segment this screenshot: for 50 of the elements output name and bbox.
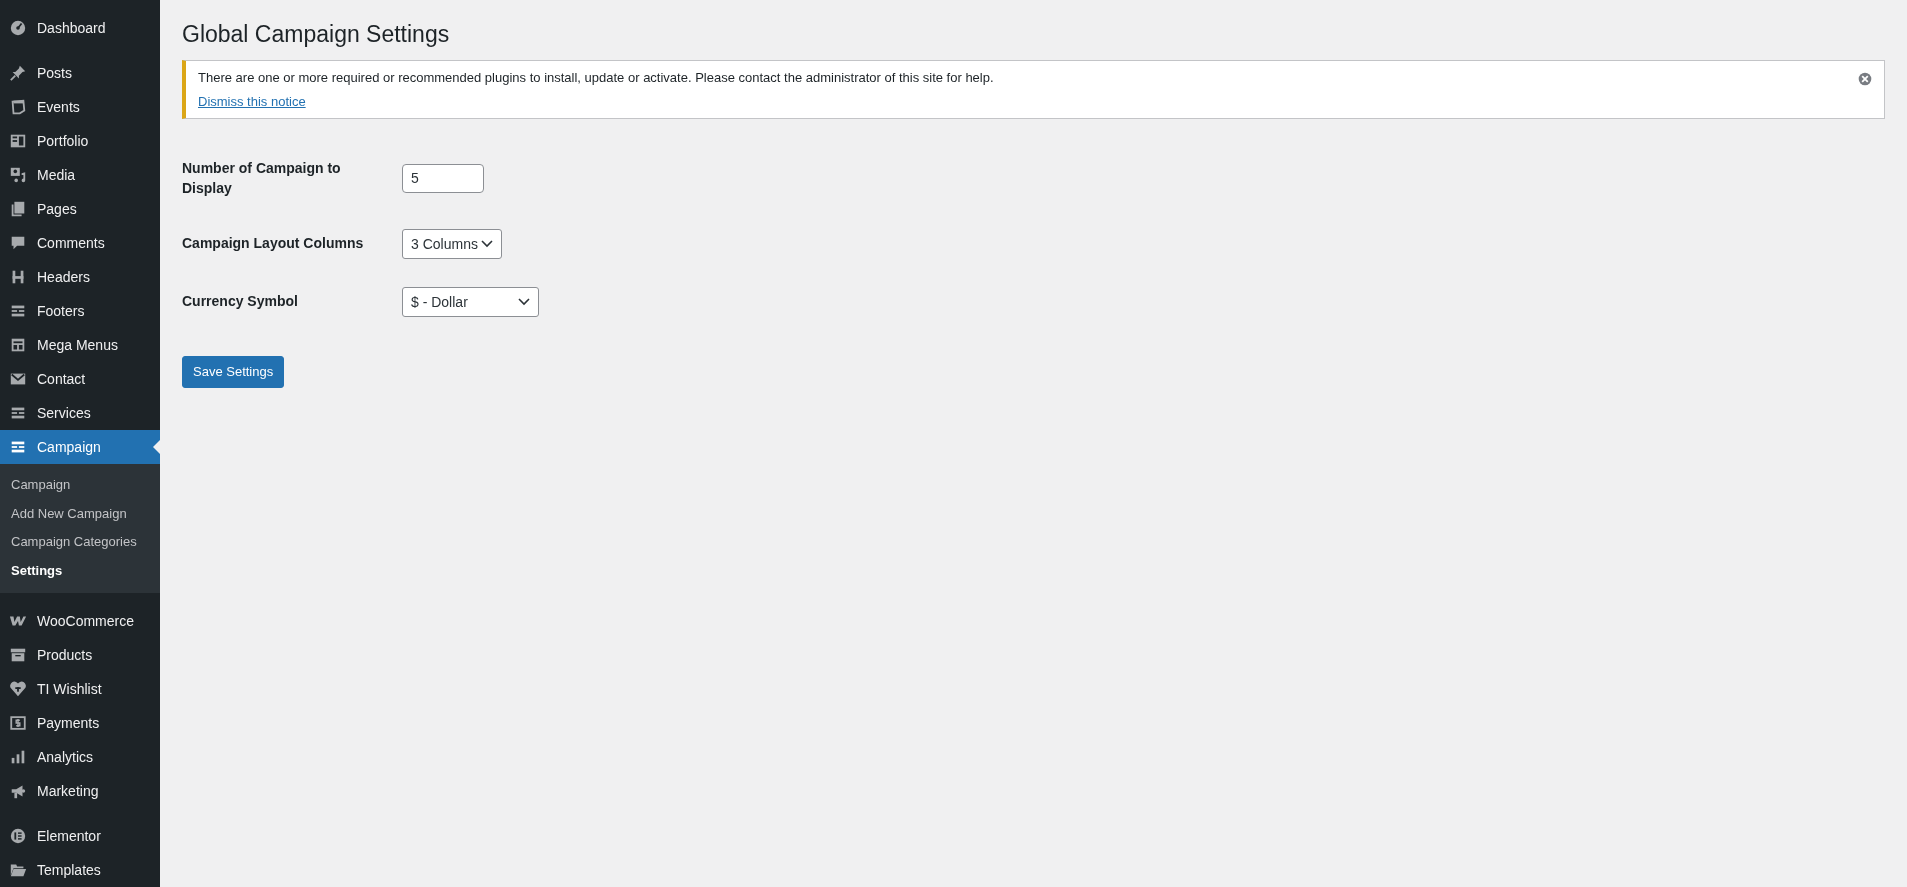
media-icon	[9, 166, 27, 184]
portfolio-icon	[9, 132, 27, 150]
menu-item[interactable]: Posts	[0, 56, 160, 90]
submenu-item[interactable]: Add New Campaign	[0, 499, 160, 528]
menu-item[interactable]: Analytics	[0, 740, 160, 774]
bar-chart-icon	[9, 748, 27, 766]
dropdown[interactable]: 3 Columns	[402, 228, 502, 259]
menu-item[interactable]: Products	[0, 638, 160, 672]
page-title: Global Campaign Settings	[182, 21, 451, 48]
menu-item[interactable]: TI Wishlist	[0, 672, 160, 706]
save-button[interactable]: Save Settings	[182, 355, 285, 388]
chevron-down-icon	[481, 239, 493, 248]
menu-item[interactable]: WooCommerce	[0, 604, 160, 638]
menu-item[interactable]: Headers	[0, 260, 160, 294]
number-field[interactable]: 5	[402, 163, 484, 193]
menu-item[interactable]: Marketing	[0, 774, 160, 808]
submenu-item[interactable]: Campaign	[0, 471, 160, 500]
submenu-item[interactable]: Settings	[0, 556, 160, 585]
dismiss-link[interactable]: Dismiss this notice	[198, 94, 306, 109]
field-label: Currency Symbol	[182, 292, 299, 312]
menu-item[interactable]: Contact	[0, 362, 160, 396]
calendar-icon	[9, 98, 27, 116]
menu-item[interactable]: Media	[0, 158, 160, 192]
field-label: Campaign Layout Columns	[182, 234, 365, 254]
pin-icon	[9, 64, 27, 82]
menu-item[interactable]: Pages	[0, 192, 160, 226]
menu-item[interactable]: Portfolio	[0, 124, 160, 158]
close-icon[interactable]	[1858, 72, 1872, 86]
menu-item[interactable]: Events	[0, 90, 160, 124]
menu-item[interactable]: Comments	[0, 226, 160, 260]
menu-item[interactable]: Mega Menus	[0, 328, 160, 362]
menu-item[interactable]: Services	[0, 396, 160, 430]
menu-item[interactable]: Campaign	[0, 430, 160, 464]
table-icon	[9, 336, 27, 354]
dropdown[interactable]: $ - Dollar	[402, 286, 539, 317]
notice-message: There are one or more required or recommended plugins to install, update or activate. Please contact the administrator of this site for help.	[198, 70, 994, 85]
submenu-item[interactable]: Campaign Categories	[0, 528, 160, 557]
menu-item[interactable]: Elementor	[0, 819, 160, 853]
elementor-icon	[9, 827, 27, 845]
dashboard-icon	[9, 19, 27, 37]
chevron-down-icon	[518, 297, 530, 306]
dollar-icon	[9, 714, 27, 732]
menu-item[interactable]: Payments	[0, 706, 160, 740]
box-icon	[9, 646, 27, 664]
menu-item[interactable]: Dashboard	[0, 11, 160, 45]
pages-icon	[9, 200, 27, 218]
menu-item[interactable]: Footers	[0, 294, 160, 328]
heart-icon	[9, 680, 27, 698]
field-label: Number of Campaign to Display	[182, 159, 342, 199]
menu-item[interactable]: Templates	[0, 853, 160, 887]
